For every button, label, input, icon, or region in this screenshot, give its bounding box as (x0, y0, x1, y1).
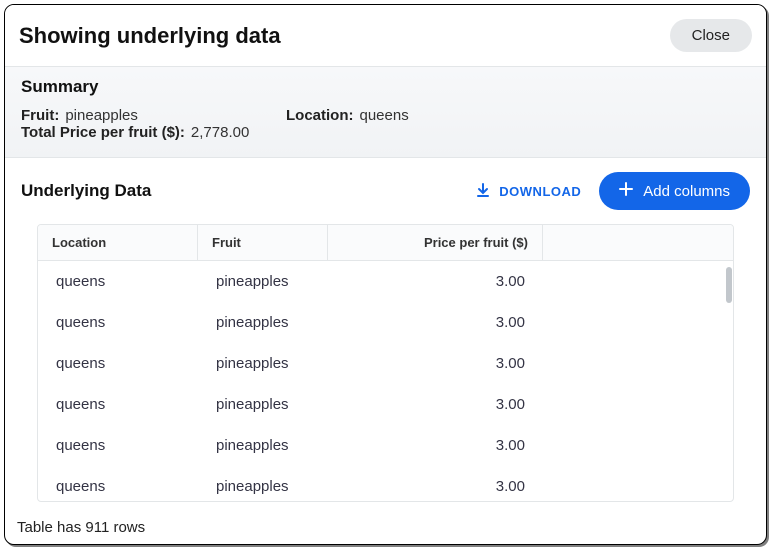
cell-empty (543, 302, 733, 343)
table-row[interactable]: queenspineapples3.00 (38, 384, 733, 425)
summary-label: Fruit: (21, 107, 59, 124)
column-header-price[interactable]: Price per fruit ($) (328, 225, 543, 260)
cell-location: queens (38, 425, 198, 466)
summary-panel: Summary Fruit: pineapples Location: quee… (5, 66, 766, 158)
column-header-location[interactable]: Location (38, 225, 198, 260)
cell-price: 3.00 (328, 384, 543, 425)
cell-price: 3.00 (328, 343, 543, 384)
cell-fruit: pineapples (198, 261, 328, 302)
table-row[interactable]: queenspineapples3.00 (38, 261, 733, 302)
close-button[interactable]: Close (670, 19, 752, 52)
plus-icon (619, 182, 633, 200)
table-row[interactable]: queenspineapples3.00 (38, 425, 733, 466)
summary-label: Total Price per fruit ($): (21, 124, 185, 141)
scrollbar-thumb[interactable] (726, 267, 732, 303)
summary-label: Location: (286, 107, 354, 124)
cell-empty (543, 343, 733, 384)
cell-price: 3.00 (328, 302, 543, 343)
cell-location: queens (38, 466, 198, 501)
cell-price: 3.00 (328, 466, 543, 501)
underlying-data-modal: Showing underlying data Close Summary Fr… (4, 4, 767, 545)
cell-fruit: pineapples (198, 384, 328, 425)
cell-fruit: pineapples (198, 343, 328, 384)
section-actions: DOWNLOAD Add columns (475, 172, 750, 210)
section-title: Underlying Data (21, 181, 151, 201)
table-body[interactable]: queenspineapples3.00queenspineapples3.00… (38, 261, 733, 501)
cell-empty (543, 425, 733, 466)
download-button[interactable]: DOWNLOAD (475, 182, 581, 201)
summary-value: 2,778.00 (191, 124, 249, 141)
cell-location: queens (38, 261, 198, 302)
summary-value: pineapples (65, 107, 138, 124)
summary-field-total-price: Total Price per fruit ($): 2,778.00 (21, 124, 750, 141)
cell-location: queens (38, 302, 198, 343)
cell-empty (543, 384, 733, 425)
section-header: Underlying Data DOWNLOAD (21, 172, 750, 210)
modal-title: Showing underlying data (19, 23, 281, 49)
table-row[interactable]: queenspineapples3.00 (38, 302, 733, 343)
table-row[interactable]: queenspineapples3.00 (38, 466, 733, 501)
download-label: DOWNLOAD (499, 184, 581, 199)
cell-price: 3.00 (328, 261, 543, 302)
close-button-label: Close (692, 27, 730, 44)
scrollbar[interactable] (726, 267, 732, 502)
summary-field-location: Location: queens (286, 107, 531, 124)
cell-location: queens (38, 343, 198, 384)
cell-location: queens (38, 384, 198, 425)
cell-empty (543, 466, 733, 501)
data-table: Location Fruit Price per fruit ($) queen… (37, 224, 734, 502)
modal-header: Showing underlying data Close (5, 5, 766, 66)
cell-fruit: pineapples (198, 466, 328, 501)
add-columns-label: Add columns (643, 183, 730, 200)
download-icon (475, 182, 491, 201)
add-columns-button[interactable]: Add columns (599, 172, 750, 210)
underlying-data-section: Underlying Data DOWNLOAD (5, 158, 766, 502)
cell-fruit: pineapples (198, 425, 328, 466)
row-count-footer: Table has 911 rows (17, 519, 145, 536)
cell-fruit: pineapples (198, 302, 328, 343)
column-header-empty (543, 225, 733, 260)
table-header-row: Location Fruit Price per fruit ($) (38, 225, 733, 261)
cell-price: 3.00 (328, 425, 543, 466)
summary-fields: Fruit: pineapples Location: queens Total… (21, 107, 750, 141)
table-row[interactable]: queenspineapples3.00 (38, 343, 733, 384)
summary-field-fruit: Fruit: pineapples (21, 107, 286, 124)
column-header-fruit[interactable]: Fruit (198, 225, 328, 260)
summary-value: queens (360, 107, 409, 124)
summary-title: Summary (21, 77, 750, 97)
cell-empty (543, 261, 733, 302)
